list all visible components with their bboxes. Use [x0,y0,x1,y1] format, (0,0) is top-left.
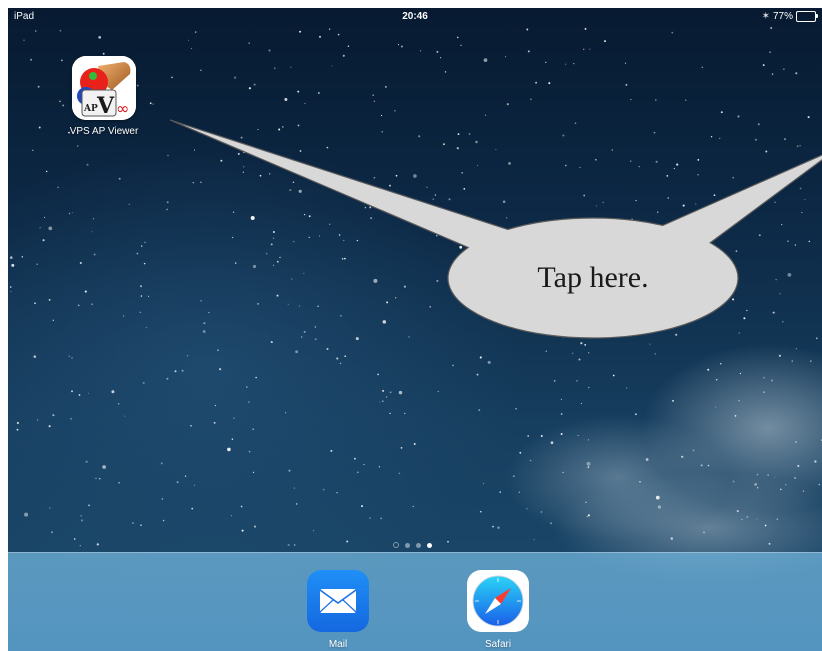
page-dot [416,542,421,548]
ipad-home-screen: iPad 20:46 ✶ 77% AP V ∞ VPS AP Viewer Ta… [8,8,822,651]
page-dot [405,542,410,548]
page-dot-active [427,542,432,548]
dock-label-mail: Mail [328,639,348,650]
mail-icon[interactable] [307,570,369,632]
dock-label-safari: Safari [484,639,512,650]
dock-app-mail[interactable]: Mail [303,570,373,650]
callout-text: Tap here. [537,261,649,294]
page-indicator[interactable] [393,542,432,548]
spotlight-page-dot [393,542,399,548]
safari-icon[interactable] [467,570,529,632]
dock: Mail Safari [8,552,822,651]
dock-app-safari[interactable]: Safari [463,570,533,650]
